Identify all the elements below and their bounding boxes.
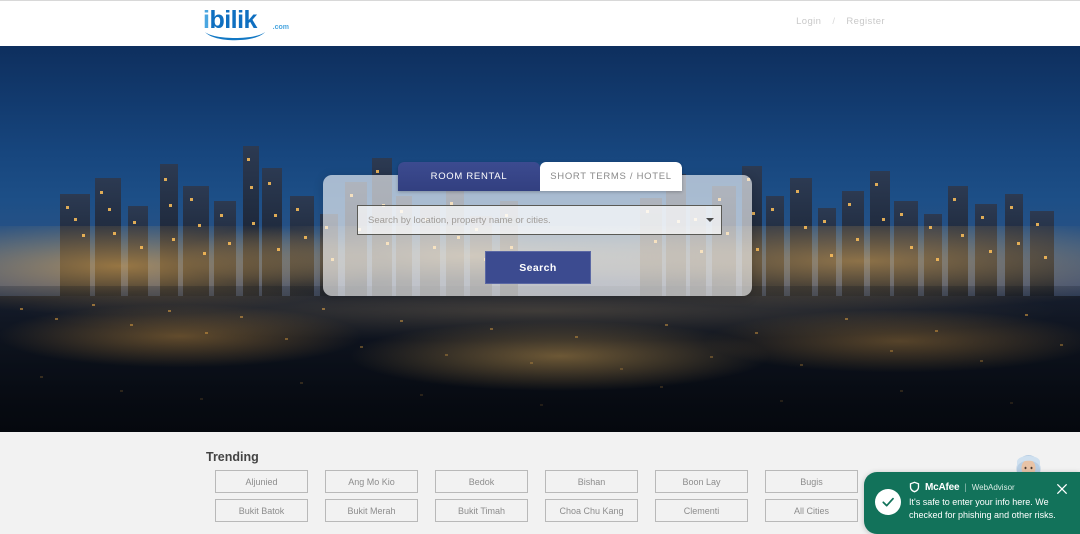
hero-foreground-shade bbox=[0, 286, 1080, 432]
trending-tag-bukit-timah[interactable]: Bukit Timah bbox=[435, 499, 528, 522]
tab-room-rental[interactable]: ROOM RENTAL bbox=[398, 162, 540, 191]
trending-tag-bukit-batok[interactable]: Bukit Batok bbox=[215, 499, 308, 522]
trending-tag-ang-mo-kio[interactable]: Ang Mo Kio bbox=[325, 470, 418, 493]
close-icon[interactable] bbox=[1055, 482, 1068, 495]
trending-tag-clementi[interactable]: Clementi bbox=[655, 499, 748, 522]
trending-tag-bishan[interactable]: Bishan bbox=[545, 470, 638, 493]
header-auth-links: Login / Register bbox=[796, 16, 885, 27]
mcafee-brand-row: McAfee | WebAdvisor bbox=[909, 481, 1015, 493]
search-input[interactable] bbox=[358, 206, 699, 234]
search-button[interactable]: Search bbox=[485, 251, 591, 284]
check-circle-icon bbox=[875, 489, 901, 515]
logo-letters-bilik: bilik bbox=[209, 6, 257, 34]
mcafee-notification: McAfee | WebAdvisor It's safe to enter y… bbox=[864, 472, 1080, 534]
login-link[interactable]: Login bbox=[796, 16, 821, 27]
page-root: ibilik .com Login / Register ROOM RENTAL… bbox=[0, 0, 1080, 534]
register-link[interactable]: Register bbox=[846, 16, 885, 27]
trending-tag-all-cities[interactable]: All Cities bbox=[765, 499, 858, 522]
trending-tag-bukit-merah[interactable]: Bukit Merah bbox=[325, 499, 418, 522]
trending-tag-choa-chu-kang[interactable]: Choa Chu Kang bbox=[545, 499, 638, 522]
mcafee-divider: | bbox=[964, 482, 967, 492]
logo-swoosh-icon bbox=[205, 32, 265, 41]
chevron-down-icon[interactable] bbox=[699, 206, 721, 234]
mcafee-message: It's safe to enter your info here. We ch… bbox=[909, 497, 1056, 520]
trending-tag-bedok[interactable]: Bedok bbox=[435, 470, 528, 493]
site-logo[interactable]: ibilik .com bbox=[203, 6, 289, 43]
logo-dotcom: .com bbox=[272, 24, 289, 31]
site-header: ibilik .com Login / Register bbox=[0, 0, 1080, 46]
logo-wordmark: ibilik .com bbox=[203, 6, 289, 34]
trending-tag-bugis[interactable]: Bugis bbox=[765, 470, 858, 493]
shield-icon bbox=[909, 481, 920, 493]
auth-separator: / bbox=[832, 16, 836, 27]
trending-tag-grid: Aljunied Ang Mo Kio Bedok Bishan Boon La… bbox=[215, 470, 965, 522]
trending-tag-aljunied[interactable]: Aljunied bbox=[215, 470, 308, 493]
mcafee-product-label: WebAdvisor bbox=[971, 482, 1015, 492]
search-field-wrapper bbox=[357, 205, 722, 235]
tab-short-terms-hotel[interactable]: SHORT TERMS / HOTEL bbox=[540, 162, 682, 191]
trending-tag-boon-lay[interactable]: Boon Lay bbox=[655, 470, 748, 493]
search-tabs: ROOM RENTAL SHORT TERMS / HOTEL bbox=[398, 162, 682, 191]
search-panel-contents: Search bbox=[323, 175, 752, 296]
mcafee-brand-label: McAfee bbox=[925, 481, 960, 493]
trending-title: Trending bbox=[206, 450, 259, 464]
